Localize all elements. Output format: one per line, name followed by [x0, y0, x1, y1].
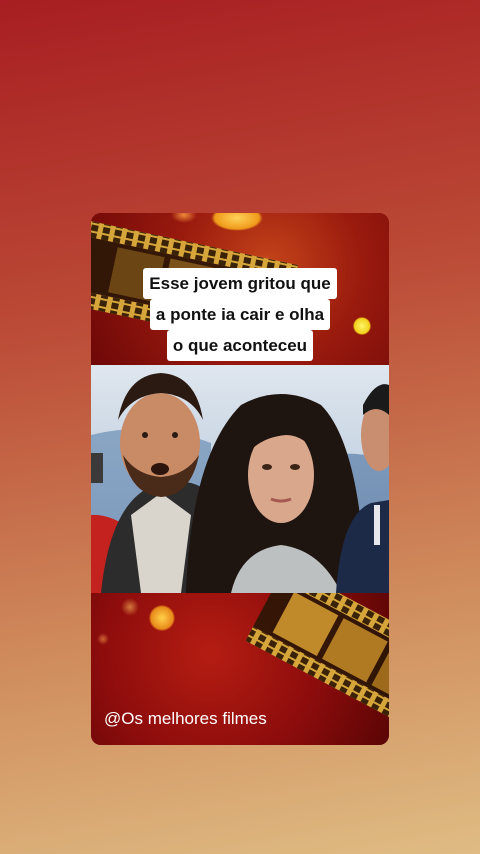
video-caption: Esse jovem gritou que a ponte ia cair e … — [137, 268, 343, 361]
caption-line-1: Esse jovem gritou que — [143, 268, 337, 299]
video-scene — [91, 373, 389, 593]
caption-line-2: a ponte ia cair e olha — [149, 299, 331, 330]
channel-watermark: @Os melhores filmes — [104, 709, 267, 728]
top-banner: Esse jovem gritou que a ponte ia cair e … — [91, 213, 389, 365]
caption-line-3: o que aconteceu — [166, 330, 314, 361]
video-frame[interactable] — [91, 365, 389, 593]
post-card[interactable]: Esse jovem gritou que a ponte ia cair e … — [91, 213, 389, 745]
